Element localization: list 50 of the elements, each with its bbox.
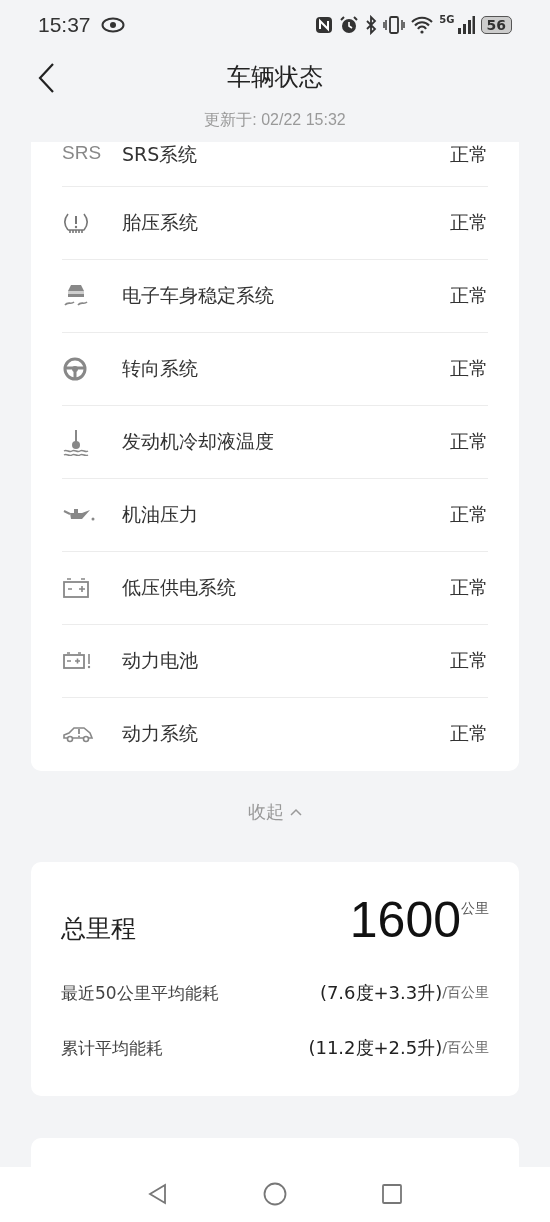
car-warning-icon	[62, 724, 94, 745]
system-name: 低压供电系统	[122, 574, 237, 600]
nfc-icon	[315, 15, 334, 34]
thermometer-icon	[62, 427, 90, 456]
eye-icon	[100, 16, 125, 33]
mileage-unit: 公里	[461, 899, 489, 916]
system-status: 正常	[450, 355, 488, 381]
consumption-label: 累计平均能耗	[61, 1036, 164, 1060]
system-status: 正常	[450, 209, 488, 235]
consumption-unit: /百公里	[442, 1039, 489, 1058]
system-name: 转向系统	[122, 355, 199, 381]
system-status: 正常	[450, 721, 488, 747]
system-name: 发动机冷却液温度	[122, 428, 275, 454]
consumption-value: (7.6度+3.3升)	[319, 981, 443, 1006]
system-name: 动力系统	[122, 721, 199, 747]
system-name: 胎压系统	[122, 209, 199, 235]
system-status: 正常	[450, 282, 488, 308]
battery-warning-icon	[62, 650, 92, 671]
network-label: 5G	[439, 14, 455, 25]
system-status: 正常	[450, 141, 488, 167]
signal-icon	[456, 15, 475, 34]
system-status: 正常	[450, 428, 488, 454]
page-title: 车辆状态	[227, 61, 323, 93]
srs-icon: SRS	[62, 141, 102, 164]
system-name: 动力电池	[122, 647, 199, 673]
consumption-unit: /百公里	[442, 984, 489, 1003]
bluetooth-icon	[365, 14, 378, 35]
system-status: 正常	[450, 647, 488, 673]
mileage-value: 1600	[349, 891, 461, 948]
system-name: 电子车身稳定系统	[122, 282, 275, 308]
battery-indicator: 56	[480, 15, 512, 34]
system-status: 正常	[450, 501, 488, 527]
mileage-label: 总里程	[61, 912, 137, 945]
recents-icon[interactable]	[381, 1183, 403, 1206]
collapse-button[interactable]: 收起	[240, 782, 310, 842]
vibrate-icon	[383, 14, 406, 35]
caret-icon	[290, 808, 302, 817]
update-time: 更新于: 02/22 15:32	[203, 110, 347, 131]
home-icon[interactable]	[263, 1182, 287, 1207]
consumption-value: (11.2度+2.5升)	[308, 1036, 443, 1061]
system-name: SRS系统	[122, 141, 199, 167]
system-status: 正常	[450, 574, 488, 600]
consumption-label: 最近50公里平均能耗	[61, 981, 220, 1005]
battery-icon	[62, 576, 90, 599]
back-icon[interactable]	[38, 62, 54, 93]
alarm-icon	[339, 14, 360, 35]
status-time: 15:37	[38, 12, 91, 37]
wifi-icon	[411, 15, 434, 34]
steering-wheel-icon	[62, 355, 88, 382]
system-name: 机油压力	[122, 501, 199, 527]
